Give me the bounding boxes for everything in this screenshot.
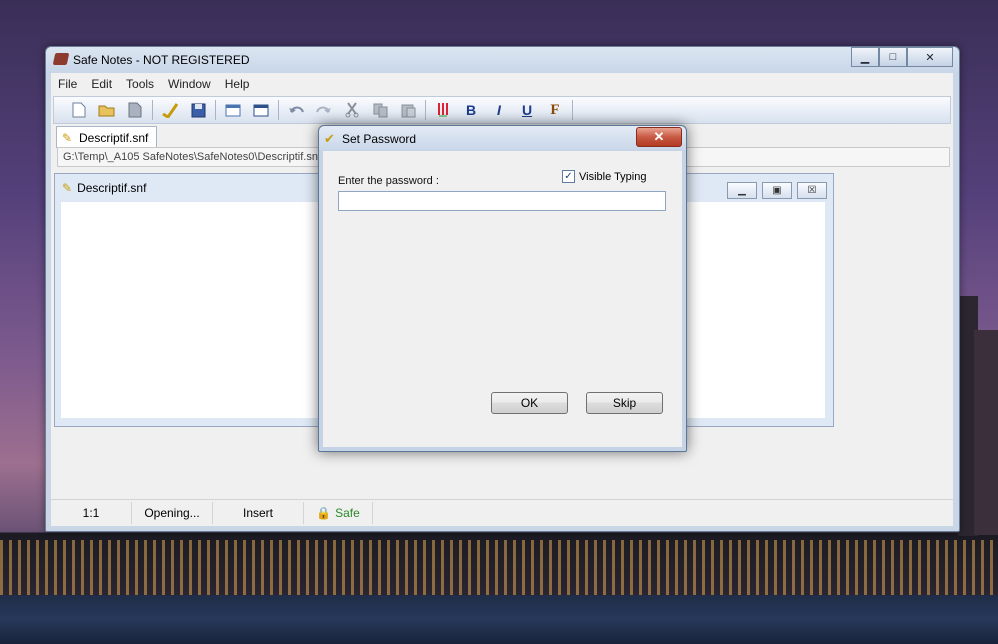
italic-icon[interactable]: I: [488, 99, 510, 121]
paste-icon[interactable]: [397, 99, 419, 121]
dialog-title-bar[interactable]: ✔ Set Password ✕: [319, 126, 686, 150]
menu-edit[interactable]: Edit: [84, 77, 119, 91]
tile-icon[interactable]: [250, 99, 272, 121]
toolbar-separator: [152, 100, 153, 120]
city-lights: [0, 540, 998, 595]
doc-restore-button[interactable]: ▣: [762, 182, 792, 199]
password-label: Enter the password :: [338, 175, 439, 187]
lock-icon: 🔒: [316, 506, 332, 520]
doc-close-button[interactable]: ☒: [797, 182, 827, 199]
maximize-button[interactable]: □: [879, 47, 907, 67]
redo-icon[interactable]: [313, 99, 335, 121]
visible-typing-checkbox[interactable]: ✓ Visible Typing: [562, 170, 646, 183]
password-check-icon: ✔: [324, 131, 335, 146]
new-icon[interactable]: [68, 99, 90, 121]
color-icon[interactable]: [432, 99, 454, 121]
toolbar-separator: [278, 100, 279, 120]
doc-minimize-button[interactable]: ▁: [727, 182, 757, 199]
visible-typing-label: Visible Typing: [579, 170, 647, 183]
minimize-button[interactable]: ▁: [851, 47, 879, 67]
open-icon[interactable]: [96, 99, 118, 121]
cascade-icon[interactable]: [222, 99, 244, 121]
river: [0, 595, 998, 644]
tab-label: Descriptif.snf: [79, 130, 149, 145]
skyline-tower: [974, 330, 998, 535]
tab-descriptif[interactable]: ✎ Descriptif.snf: [56, 126, 158, 148]
close-button[interactable]: ✕: [907, 47, 953, 67]
ok-button[interactable]: OK: [491, 392, 568, 414]
password-input[interactable]: [338, 191, 666, 211]
font-icon[interactable]: F: [544, 99, 566, 121]
note-icon: ✎: [62, 181, 73, 195]
title-bar[interactable]: Safe Notes - NOT REGISTERED ▁ □ ✕: [46, 47, 959, 73]
menu-help[interactable]: Help: [218, 77, 257, 91]
document-title-text: Descriptif.snf: [77, 181, 147, 195]
document-window-title[interactable]: ✎ Descriptif.snf: [62, 181, 146, 195]
status-bar: 1:1 Opening... Insert 🔒 Safe: [51, 499, 953, 526]
undo-icon[interactable]: [285, 99, 307, 121]
dialog-body: Enter the password : ✓ Visible Typing OK…: [323, 151, 682, 447]
status-mode: Insert: [213, 502, 304, 524]
window-title: Safe Notes - NOT REGISTERED: [73, 53, 250, 67]
checkbox-check-icon[interactable]: ✓: [562, 170, 575, 183]
cut-icon[interactable]: [341, 99, 363, 121]
toolbar: B I U F: [53, 96, 951, 124]
status-safe: 🔒 Safe: [304, 502, 373, 524]
set-password-dialog: ✔ Set Password ✕ Enter the password : ✓ …: [318, 125, 687, 452]
menu-window[interactable]: Window: [161, 77, 218, 91]
status-safe-label: Safe: [335, 506, 360, 520]
bold-icon[interactable]: B: [460, 99, 482, 121]
skip-button[interactable]: Skip: [586, 392, 663, 414]
close-doc-icon[interactable]: [124, 99, 146, 121]
protect-icon[interactable]: [159, 99, 181, 121]
status-position: 1:1: [51, 502, 132, 524]
dialog-title: Set Password: [342, 132, 417, 146]
toolbar-separator: [572, 100, 573, 120]
save-icon[interactable]: [187, 99, 209, 121]
menu-bar: File Edit Tools Window Help: [51, 73, 953, 95]
toolbar-separator: [215, 100, 216, 120]
menu-file[interactable]: File: [51, 77, 84, 91]
copy-icon[interactable]: [369, 99, 391, 121]
dialog-close-button[interactable]: ✕: [636, 127, 682, 147]
note-icon: ✎: [62, 131, 73, 145]
toolbar-separator: [425, 100, 426, 120]
safe-notes-app-icon: [52, 53, 70, 65]
menu-tools[interactable]: Tools: [119, 77, 161, 91]
underline-icon[interactable]: U: [516, 99, 538, 121]
status-state: Opening...: [132, 502, 213, 524]
